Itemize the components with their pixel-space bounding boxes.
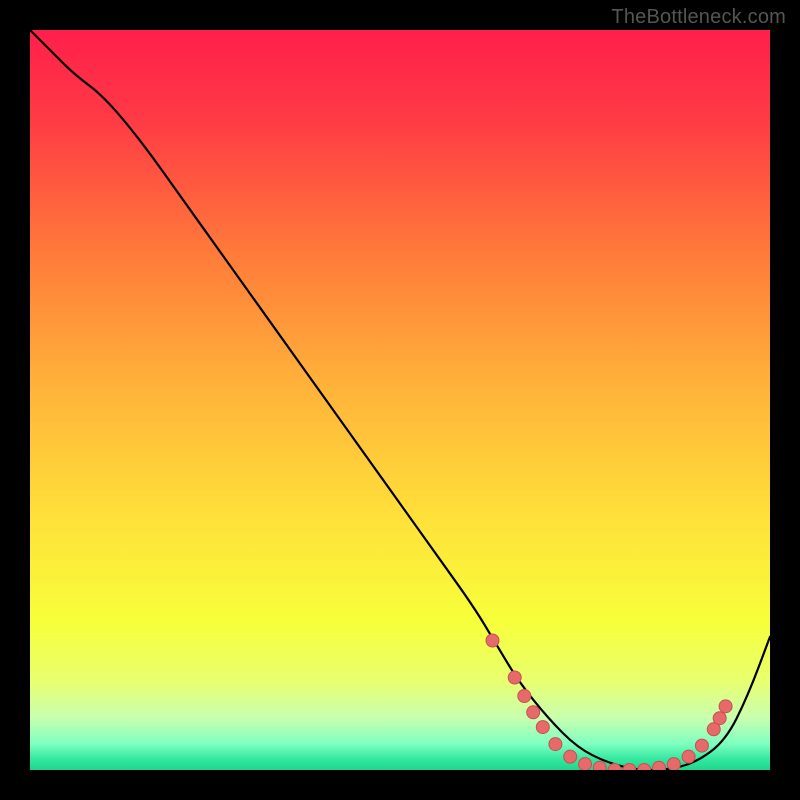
- watermark-text: TheBottleneck.com: [611, 6, 786, 29]
- chart-stage: TheBottleneck.com: [0, 0, 800, 800]
- plot-background-gradient: [30, 30, 770, 770]
- plot-area: [30, 30, 770, 770]
